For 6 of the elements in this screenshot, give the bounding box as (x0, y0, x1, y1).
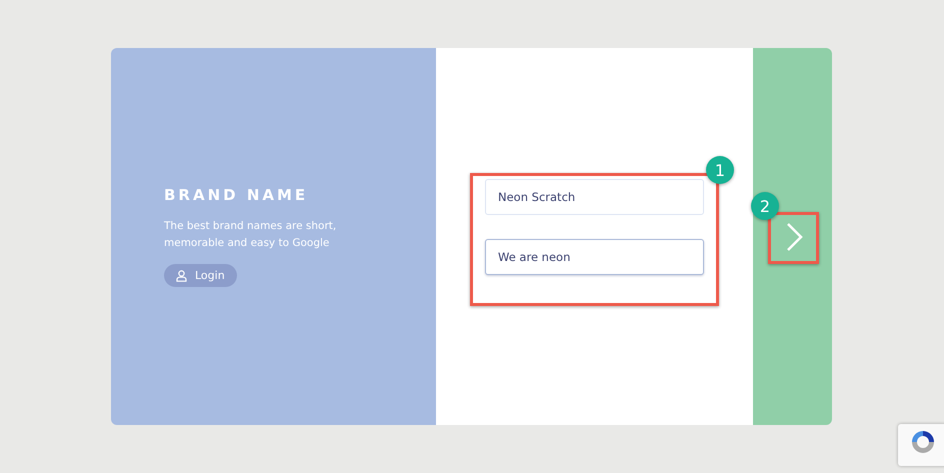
user-icon (176, 270, 187, 282)
text-field[interactable]: We are neon (485, 238, 704, 274)
text-field[interactable]: Neon Scratch (485, 178, 704, 214)
brand-tagline: The best brand names are short, memorable and easy to Google (164, 219, 338, 251)
brand-title: BRAND NAME (164, 186, 310, 204)
captcha-icon (910, 429, 936, 455)
